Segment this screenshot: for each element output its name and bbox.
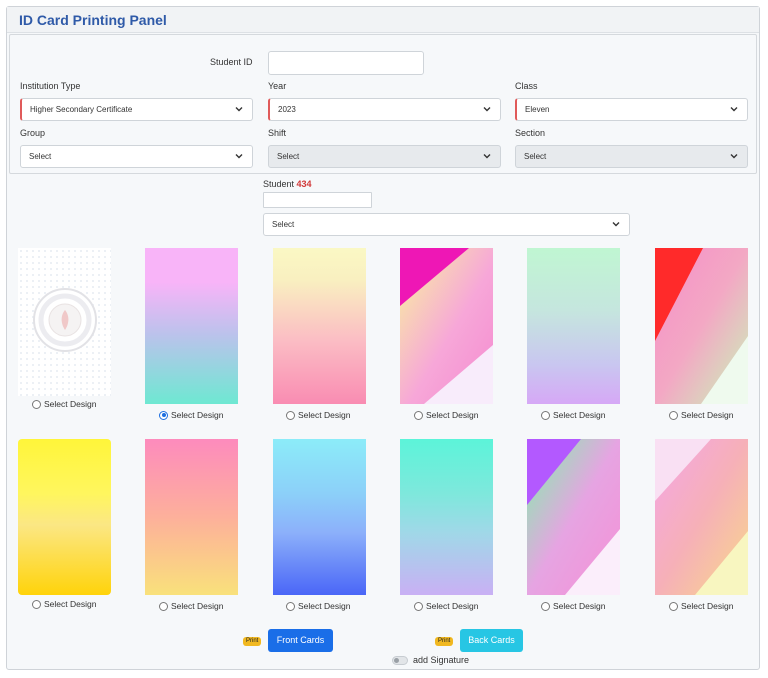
student-search-input[interactable] — [263, 192, 372, 208]
student-select[interactable]: Select — [263, 213, 630, 236]
radio-button-selected[interactable] — [159, 410, 168, 420]
design-card-11[interactable] — [527, 439, 620, 595]
design-option-label: Select Design — [681, 410, 734, 420]
print-badge: Print — [243, 637, 262, 646]
design-option-1[interactable]: Select Design — [32, 399, 96, 409]
design-option-label: Select Design — [171, 410, 224, 420]
signature-toggle[interactable] — [392, 656, 408, 665]
design-option-label: Select Design — [298, 410, 351, 420]
chevron-down-icon — [235, 154, 243, 159]
design-card-4[interactable] — [400, 248, 493, 404]
chevron-down-icon — [612, 222, 620, 227]
student-id-input[interactable] — [268, 51, 424, 75]
design-card-12[interactable] — [655, 439, 748, 595]
print-badge: Print — [435, 637, 454, 646]
student-select-value: Select — [272, 220, 295, 229]
group-value: Select — [29, 152, 52, 161]
design-option-label: Select Design — [426, 601, 479, 611]
diagonal-pattern — [655, 439, 748, 595]
chevron-down-icon — [730, 154, 738, 159]
design-option-9[interactable]: Select Design — [286, 601, 350, 611]
design-card-10[interactable] — [400, 439, 493, 595]
year-label: Year — [268, 81, 287, 91]
radio-button[interactable] — [669, 410, 678, 420]
student-count-label: Student 434 — [263, 179, 312, 189]
design-option-5[interactable]: Select Design — [541, 410, 605, 420]
design-card-8[interactable] — [145, 439, 238, 595]
shift-value: Select — [277, 152, 300, 161]
design-card-7[interactable] — [18, 439, 111, 595]
group-label: Group — [20, 128, 46, 138]
design-card-9[interactable] — [273, 439, 366, 595]
year-select[interactable]: 2023 — [268, 98, 501, 121]
filter-form: Student ID Institution Type Higher Secon… — [9, 34, 757, 174]
panel-header: ID Card Printing Panel — [7, 7, 759, 33]
design-option-label: Select Design — [553, 601, 606, 611]
chevron-down-icon — [235, 107, 243, 112]
chevron-down-icon — [483, 154, 491, 159]
diagonal-pattern — [400, 248, 493, 404]
front-cards-button[interactable]: Front Cards — [268, 629, 333, 652]
radio-button[interactable] — [286, 601, 295, 611]
id-card-panel: ID Card Printing Panel Student ID Instit… — [6, 6, 760, 670]
radio-button[interactable] — [541, 601, 550, 611]
design-option-label: Select Design — [553, 410, 606, 420]
design-option-label: Select Design — [426, 410, 479, 420]
design-card-1[interactable] — [18, 248, 111, 396]
design-option-8[interactable]: Select Design — [159, 601, 223, 611]
watermark-pattern — [18, 248, 111, 396]
design-option-label: Select Design — [44, 599, 97, 609]
class-value: Eleven — [525, 105, 550, 114]
design-card-5[interactable] — [527, 248, 620, 404]
design-option-label: Select Design — [681, 601, 734, 611]
back-cards-button[interactable]: Back Cards — [460, 629, 523, 652]
section-label: Section — [515, 128, 546, 138]
chevron-down-icon — [730, 107, 738, 112]
design-option-label: Select Design — [44, 399, 97, 409]
shift-label: Shift — [268, 128, 287, 138]
design-card-2[interactable] — [145, 248, 238, 404]
student-label: Student — [263, 179, 295, 189]
design-option-11[interactable]: Select Design — [541, 601, 605, 611]
design-option-label: Select Design — [298, 601, 351, 611]
section-value: Select — [524, 152, 547, 161]
design-option-label: Select Design — [171, 601, 224, 611]
radio-button[interactable] — [414, 601, 423, 611]
design-option-12[interactable]: Select Design — [669, 601, 733, 611]
class-label: Class — [515, 81, 538, 91]
institution-type-select[interactable]: Higher Secondary Certificate — [20, 98, 253, 121]
design-option-10[interactable]: Select Design — [414, 601, 478, 611]
chevron-down-icon — [483, 107, 491, 112]
institution-type-label: Institution Type — [20, 81, 81, 91]
radio-button[interactable] — [541, 410, 550, 420]
design-option-4[interactable]: Select Design — [414, 410, 478, 420]
radio-button[interactable] — [159, 601, 168, 611]
diagonal-pattern — [527, 439, 620, 595]
design-card-6[interactable] — [655, 248, 748, 404]
design-option-3[interactable]: Select Design — [286, 410, 350, 420]
panel-title: ID Card Printing Panel — [19, 12, 167, 28]
institution-type-value: Higher Secondary Certificate — [30, 105, 133, 114]
student-id-label: Student ID — [210, 57, 253, 67]
section-select[interactable]: Select — [515, 145, 748, 168]
signature-label: add Signature — [413, 655, 470, 665]
design-card-3[interactable] — [273, 248, 366, 404]
radio-button[interactable] — [414, 410, 423, 420]
design-option-2[interactable]: Select Design — [159, 410, 223, 420]
design-option-7[interactable]: Select Design — [32, 599, 96, 609]
diagonal-pattern — [655, 248, 748, 404]
class-select[interactable]: Eleven — [515, 98, 748, 121]
radio-button[interactable] — [32, 599, 41, 609]
radio-button[interactable] — [32, 399, 41, 409]
radio-button[interactable] — [286, 410, 295, 420]
student-count: 434 — [296, 179, 312, 189]
design-option-6[interactable]: Select Design — [669, 410, 733, 420]
group-select[interactable]: Select — [20, 145, 253, 168]
shift-select[interactable]: Select — [268, 145, 501, 168]
radio-button[interactable] — [669, 601, 678, 611]
year-value: 2023 — [278, 105, 296, 114]
